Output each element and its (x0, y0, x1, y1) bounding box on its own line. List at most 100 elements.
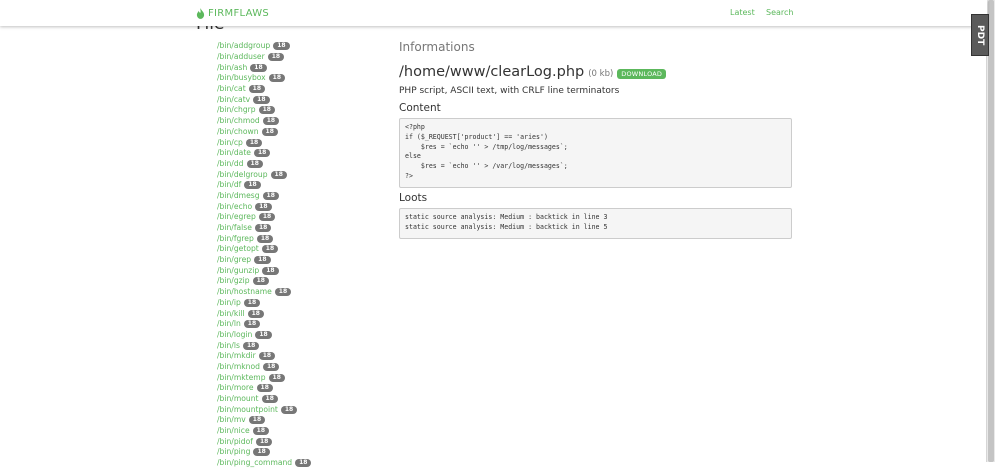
count-badge: 18 (254, 256, 271, 265)
file-link[interactable]: /bin/dmesg (217, 191, 260, 201)
file-link[interactable]: /bin/nice (217, 426, 250, 436)
file-link[interactable]: /bin/ping_command (217, 458, 292, 468)
count-badge: 18 (252, 427, 269, 436)
file-list-item: /bin/cat 18 (217, 84, 311, 95)
scrollbar-thumb[interactable] (988, 0, 994, 462)
file-link[interactable]: /bin/gzip (217, 276, 250, 286)
file-link[interactable]: /bin/ash (217, 63, 247, 73)
file-link[interactable]: /bin/egrep (217, 212, 256, 222)
file-link[interactable]: /bin/ln (217, 319, 241, 329)
file-link[interactable]: /bin/pidof (217, 437, 253, 447)
file-list-item: /bin/kill 18 (217, 308, 311, 319)
file-list-item: /bin/mktemp 18 (217, 372, 311, 383)
file-link[interactable]: /bin/cat (217, 84, 246, 94)
file-title-line: /home/www/clearLog.php (0 kb) DOWNLOAD (399, 64, 667, 80)
file-type-description: PHP script, ASCII text, with CRLF line t… (399, 86, 620, 96)
file-list-item: /bin/addgroup 18 (217, 41, 311, 52)
file-list-item: /bin/ping 18 (217, 447, 311, 458)
file-list-item: /bin/ip 18 (217, 298, 311, 309)
file-list-item: /bin/gunzip 18 (217, 265, 311, 276)
count-badge: 18 (254, 224, 272, 233)
nav-link-search[interactable]: Search (766, 8, 793, 17)
download-button[interactable]: DOWNLOAD (617, 69, 667, 79)
count-badge: 18 (262, 266, 279, 275)
file-list-item: /bin/df 18 (217, 180, 311, 191)
file-link[interactable]: /bin/kill (217, 309, 245, 319)
file-link[interactable]: /bin/mktemp (217, 373, 266, 383)
file-link[interactable]: /bin/mountpoint (217, 405, 278, 415)
file-list-item: /bin/mkdir 18 (217, 351, 311, 362)
count-badge: 18 (258, 352, 276, 361)
file-link[interactable]: /bin/ip (217, 298, 241, 308)
file-link[interactable]: /bin/ls (217, 341, 240, 351)
file-link[interactable]: /bin/gunzip (217, 266, 259, 276)
file-link[interactable]: /bin/mv (217, 415, 246, 425)
count-badge: 18 (262, 117, 280, 126)
code-line: <?php (405, 123, 425, 131)
count-badge: 18 (268, 373, 285, 382)
file-link[interactable]: /bin/addgroup (217, 41, 270, 51)
code-line: else (405, 152, 421, 161)
informations-heading: Informations (399, 40, 475, 54)
file-list-item: /bin/login 18 (217, 330, 311, 341)
file-list-item: /bin/cp 18 (217, 137, 311, 148)
count-badge: 18 (258, 106, 275, 115)
loots-box: static source analysis: Medium : backtic… (399, 208, 792, 239)
file-list-item: /bin/date 18 (217, 148, 311, 159)
file-list-item: /bin/catv 18 (217, 94, 311, 105)
count-badge: 18 (243, 320, 261, 329)
file-list-item: /bin/false 18 (217, 223, 311, 234)
file-link[interactable]: /bin/chgrp (217, 105, 256, 115)
side-tab[interactable]: PDT (971, 14, 989, 56)
count-badge: 18 (247, 309, 264, 318)
count-badge: 18 (246, 159, 263, 168)
file-list-item: /bin/dd 18 (217, 159, 311, 170)
file-link[interactable]: /bin/login (217, 330, 252, 340)
count-badge: 18 (250, 63, 267, 72)
file-link[interactable]: /bin/df (217, 180, 241, 190)
file-link[interactable]: /bin/false (217, 223, 252, 233)
file-link[interactable]: /bin/busybox (217, 73, 266, 83)
file-link[interactable]: /bin/chown (217, 127, 259, 137)
nav-link-latest[interactable]: Latest (730, 8, 755, 17)
file-list-item: /bin/mv 18 (217, 415, 311, 426)
file-link[interactable]: /bin/catv (217, 95, 250, 105)
file-link[interactable]: /bin/getopt (217, 244, 259, 254)
file-link[interactable]: /bin/hostname (217, 287, 272, 297)
file-list-item: /bin/pidof 18 (217, 436, 311, 447)
count-badge: 18 (274, 288, 292, 297)
count-badge: 18 (261, 127, 278, 136)
count-badge: 18 (262, 362, 280, 371)
count-badge: 18 (270, 170, 287, 179)
loot-line: static source analysis: Medium : backtic… (405, 213, 608, 221)
count-badge: 18 (255, 437, 273, 446)
file-list-item: /bin/chown 18 (217, 127, 311, 138)
file-link[interactable]: /bin/ping (217, 447, 250, 457)
count-badge: 18 (245, 138, 263, 147)
file-link[interactable]: /bin/more (217, 383, 254, 393)
file-list-item: /bin/grep 18 (217, 255, 311, 266)
brand-link[interactable]: FIRMFLAWS (196, 6, 269, 20)
file-link[interactable]: /bin/fgrep (217, 234, 254, 244)
vertical-scrollbar[interactable] (986, 0, 995, 462)
file-link[interactable]: /bin/dd (217, 159, 244, 169)
file-list-item: /bin/getopt 18 (217, 244, 311, 255)
code-content-box: <?php if ($_REQUEST['product'] == 'aries… (399, 118, 792, 188)
file-link[interactable]: /bin/grep (217, 255, 251, 265)
file-link[interactable]: /bin/adduser (217, 52, 265, 62)
code-line: $res = `echo '' > /var/log/messages`; (405, 162, 568, 171)
file-link[interactable]: /bin/mount (217, 394, 259, 404)
file-link[interactable]: /bin/mkdir (217, 351, 256, 361)
file-list-item: /bin/fgrep 18 (217, 233, 311, 244)
file-list-item: /bin/hostname 18 (217, 287, 311, 298)
file-link[interactable]: /bin/echo (217, 202, 252, 212)
file-size: (0 kb) (588, 69, 614, 79)
count-badge: 18 (253, 149, 271, 158)
count-badge: 18 (253, 448, 270, 457)
file-list-item: /bin/mountpoint 18 (217, 404, 311, 415)
file-link[interactable]: /bin/chmod (217, 116, 260, 126)
file-link[interactable]: /bin/delgroup (217, 170, 268, 180)
file-link[interactable]: /bin/cp (217, 138, 243, 148)
file-link[interactable]: /bin/mknod (217, 362, 260, 372)
file-link[interactable]: /bin/date (217, 148, 251, 158)
